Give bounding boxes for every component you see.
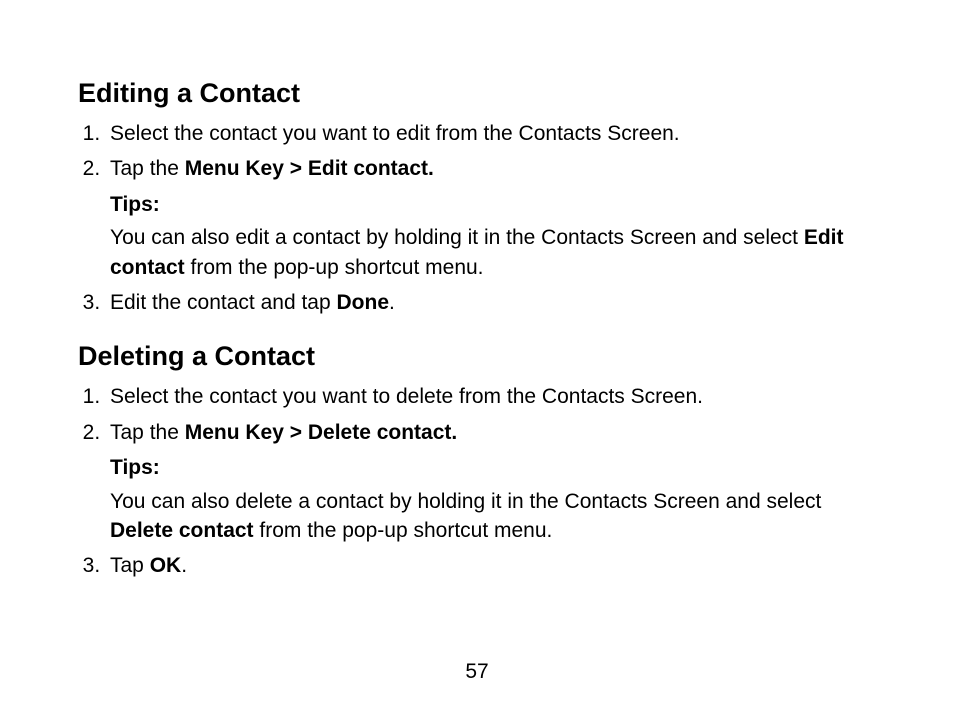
list-item: Tap the Menu Key > Delete contact. Tips:…: [106, 418, 876, 546]
steps-deleting-contact: Select the contact you want to delete fr…: [78, 382, 876, 580]
step-bold: OK: [150, 554, 182, 577]
tips-block: Tips: You can also delete a contact by h…: [110, 453, 876, 545]
step-post: .: [389, 291, 395, 314]
list-item: Edit the contact and tap Done.: [106, 288, 876, 317]
page-number: 57: [0, 660, 954, 684]
heading-deleting-contact: Deleting a Contact: [78, 341, 876, 372]
tips-label: Tips:: [110, 456, 160, 479]
document-page: Editing a Contact Select the contact you…: [0, 0, 954, 581]
step-text: Tap: [110, 554, 150, 577]
step-text: Tap the: [110, 421, 185, 444]
step-bold: Done: [337, 291, 390, 314]
tips-post: from the pop-up shortcut menu.: [185, 256, 484, 279]
tips-pre: You can also edit a contact by holding i…: [110, 226, 804, 249]
step-text: Select the contact you want to delete fr…: [110, 385, 703, 408]
tips-post: from the pop-up shortcut menu.: [254, 519, 553, 542]
tips-label: Tips:: [110, 193, 160, 216]
list-item: Tap the Menu Key > Edit contact. Tips: Y…: [106, 154, 876, 282]
step-text: Edit the contact and tap: [110, 291, 337, 314]
tips-text: You can also edit a contact by holding i…: [110, 223, 876, 282]
step-bold: Menu Key > Edit contact.: [185, 157, 434, 180]
list-item: Select the contact you want to edit from…: [106, 119, 876, 148]
list-item: Tap OK.: [106, 551, 876, 580]
steps-editing-contact: Select the contact you want to edit from…: [78, 119, 876, 317]
list-item: Select the contact you want to delete fr…: [106, 382, 876, 411]
step-text: Tap the: [110, 157, 185, 180]
tips-pre: You can also delete a contact by holding…: [110, 490, 821, 513]
tips-block: Tips: You can also edit a contact by hol…: [110, 190, 876, 282]
tips-text: You can also delete a contact by holding…: [110, 487, 876, 546]
step-text: Select the contact you want to edit from…: [110, 122, 680, 145]
tips-bold: Delete contact: [110, 519, 254, 542]
step-bold: Menu Key > Delete contact.: [185, 421, 458, 444]
step-post: .: [181, 554, 187, 577]
heading-editing-contact: Editing a Contact: [78, 78, 876, 109]
